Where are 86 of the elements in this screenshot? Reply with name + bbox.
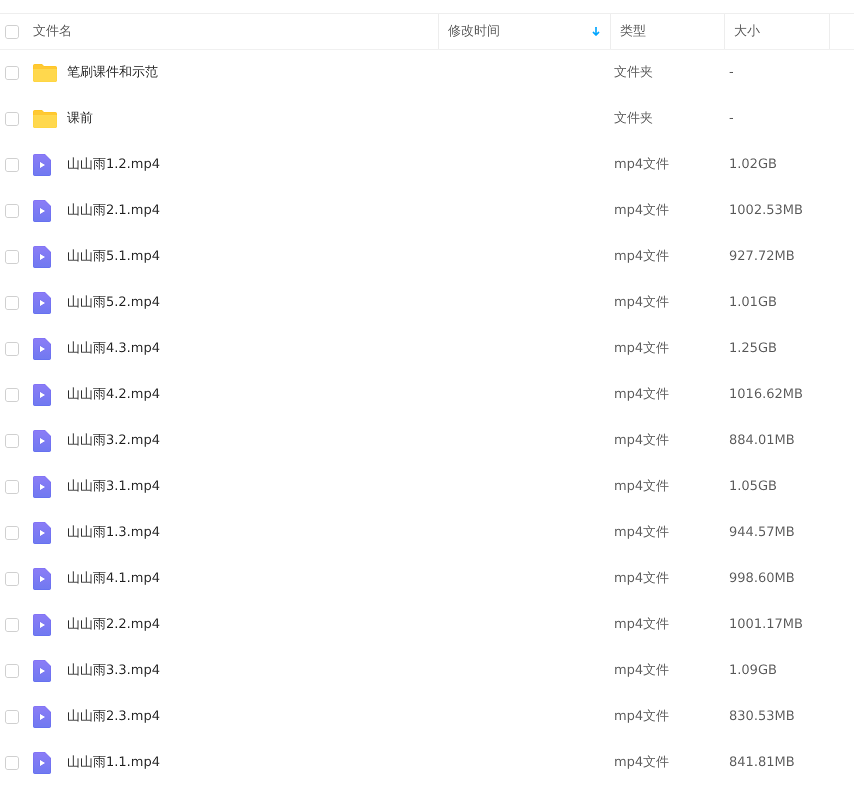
file-type: mp4文件 (614, 570, 670, 588)
file-name[interactable]: 山山雨2.2.mp4 (67, 615, 160, 635)
checkbox[interactable] (5, 618, 19, 632)
checkbox[interactable] (5, 434, 19, 448)
video-file-icon (33, 522, 51, 544)
file-size: 1.09GB (729, 662, 777, 680)
file-size: 944.57MB (729, 524, 795, 542)
video-file-icon (33, 430, 51, 452)
checkbox[interactable] (5, 250, 19, 264)
checkbox[interactable] (5, 710, 19, 724)
file-type: mp4文件 (614, 248, 670, 266)
folder-icon (33, 110, 57, 128)
file-name[interactable]: 笔刷课件和示范 (67, 63, 158, 83)
file-type: mp4文件 (614, 156, 670, 174)
column-header[interactable]: 修改时间 (448, 22, 500, 42)
file-type: mp4文件 (614, 478, 670, 496)
checkbox[interactable] (5, 480, 19, 494)
file-size: 1002.53MB (729, 202, 803, 220)
file-size: 841.81MB (729, 754, 795, 772)
video-file-icon (33, 200, 51, 222)
file-name[interactable]: 山山雨5.2.mp4 (67, 293, 160, 313)
video-file-icon (33, 614, 51, 636)
file-size: 998.60MB (729, 570, 795, 588)
file-name[interactable]: 山山雨3.3.mp4 (67, 661, 160, 681)
folder-icon (33, 64, 57, 82)
file-name[interactable]: 山山雨4.3.mp4 (67, 339, 160, 359)
video-file-icon (33, 246, 51, 268)
sort-arrow-icon[interactable] (592, 26, 600, 36)
checkbox[interactable] (5, 342, 19, 356)
video-file-icon (33, 752, 51, 774)
checkbox[interactable] (5, 296, 19, 310)
checkbox[interactable] (5, 572, 19, 586)
file-size: 1.01GB (729, 294, 777, 312)
file-type: mp4文件 (614, 616, 670, 634)
file-type: mp4文件 (614, 708, 670, 726)
file-size: 830.53MB (729, 708, 795, 726)
file-name[interactable]: 山山雨2.3.mp4 (67, 707, 160, 727)
file-name[interactable]: 山山雨1.2.mp4 (67, 155, 160, 175)
file-type: 文件夹 (614, 64, 653, 82)
file-name[interactable]: 山山雨1.1.mp4 (67, 753, 160, 773)
checkbox[interactable] (5, 158, 19, 172)
file-name[interactable]: 山山雨3.1.mp4 (67, 477, 160, 497)
checkbox[interactable] (5, 526, 19, 540)
video-file-icon (33, 568, 51, 590)
video-file-icon (33, 292, 51, 314)
checkbox[interactable] (5, 664, 19, 678)
file-name[interactable]: 山山雨1.3.mp4 (67, 523, 160, 543)
column-header[interactable]: 文件名 (33, 22, 72, 42)
file-name[interactable]: 山山雨4.1.mp4 (67, 569, 160, 589)
checkbox[interactable] (5, 204, 19, 218)
video-file-icon (33, 154, 51, 176)
video-file-icon (33, 384, 51, 406)
checkbox[interactable] (5, 66, 19, 80)
file-name[interactable]: 课前 (67, 109, 93, 129)
file-name[interactable]: 山山雨5.1.mp4 (67, 247, 160, 267)
checkbox[interactable] (5, 24, 19, 38)
file-type: mp4文件 (614, 432, 670, 450)
file-size: - (729, 110, 734, 128)
file-size: 1.25GB (729, 340, 777, 358)
file-name[interactable]: 山山雨4.2.mp4 (67, 385, 160, 405)
file-type: 文件夹 (614, 110, 653, 128)
file-size: - (729, 64, 734, 82)
column-header[interactable]: 类型 (620, 22, 646, 42)
file-size: 884.01MB (729, 432, 795, 450)
file-name[interactable]: 山山雨2.1.mp4 (67, 201, 160, 221)
file-size: 1016.62MB (729, 386, 803, 404)
file-type: mp4文件 (614, 662, 670, 680)
file-size: 1001.17MB (729, 616, 803, 634)
file-size: 1.05GB (729, 478, 777, 496)
video-file-icon (33, 338, 51, 360)
checkbox[interactable] (5, 112, 19, 126)
file-size: 1.02GB (729, 156, 777, 174)
file-type: mp4文件 (614, 340, 670, 358)
file-type: mp4文件 (614, 754, 670, 772)
checkbox[interactable] (5, 756, 19, 770)
file-size: 927.72MB (729, 248, 795, 266)
file-type: mp4文件 (614, 524, 670, 542)
file-type: mp4文件 (614, 294, 670, 312)
file-type: mp4文件 (614, 202, 670, 220)
video-file-icon (33, 660, 51, 682)
column-header[interactable]: 大小 (734, 22, 760, 42)
file-type: mp4文件 (614, 386, 670, 404)
video-file-icon (33, 706, 51, 728)
video-file-icon (33, 476, 51, 498)
checkbox[interactable] (5, 388, 19, 402)
file-name[interactable]: 山山雨3.2.mp4 (67, 431, 160, 451)
